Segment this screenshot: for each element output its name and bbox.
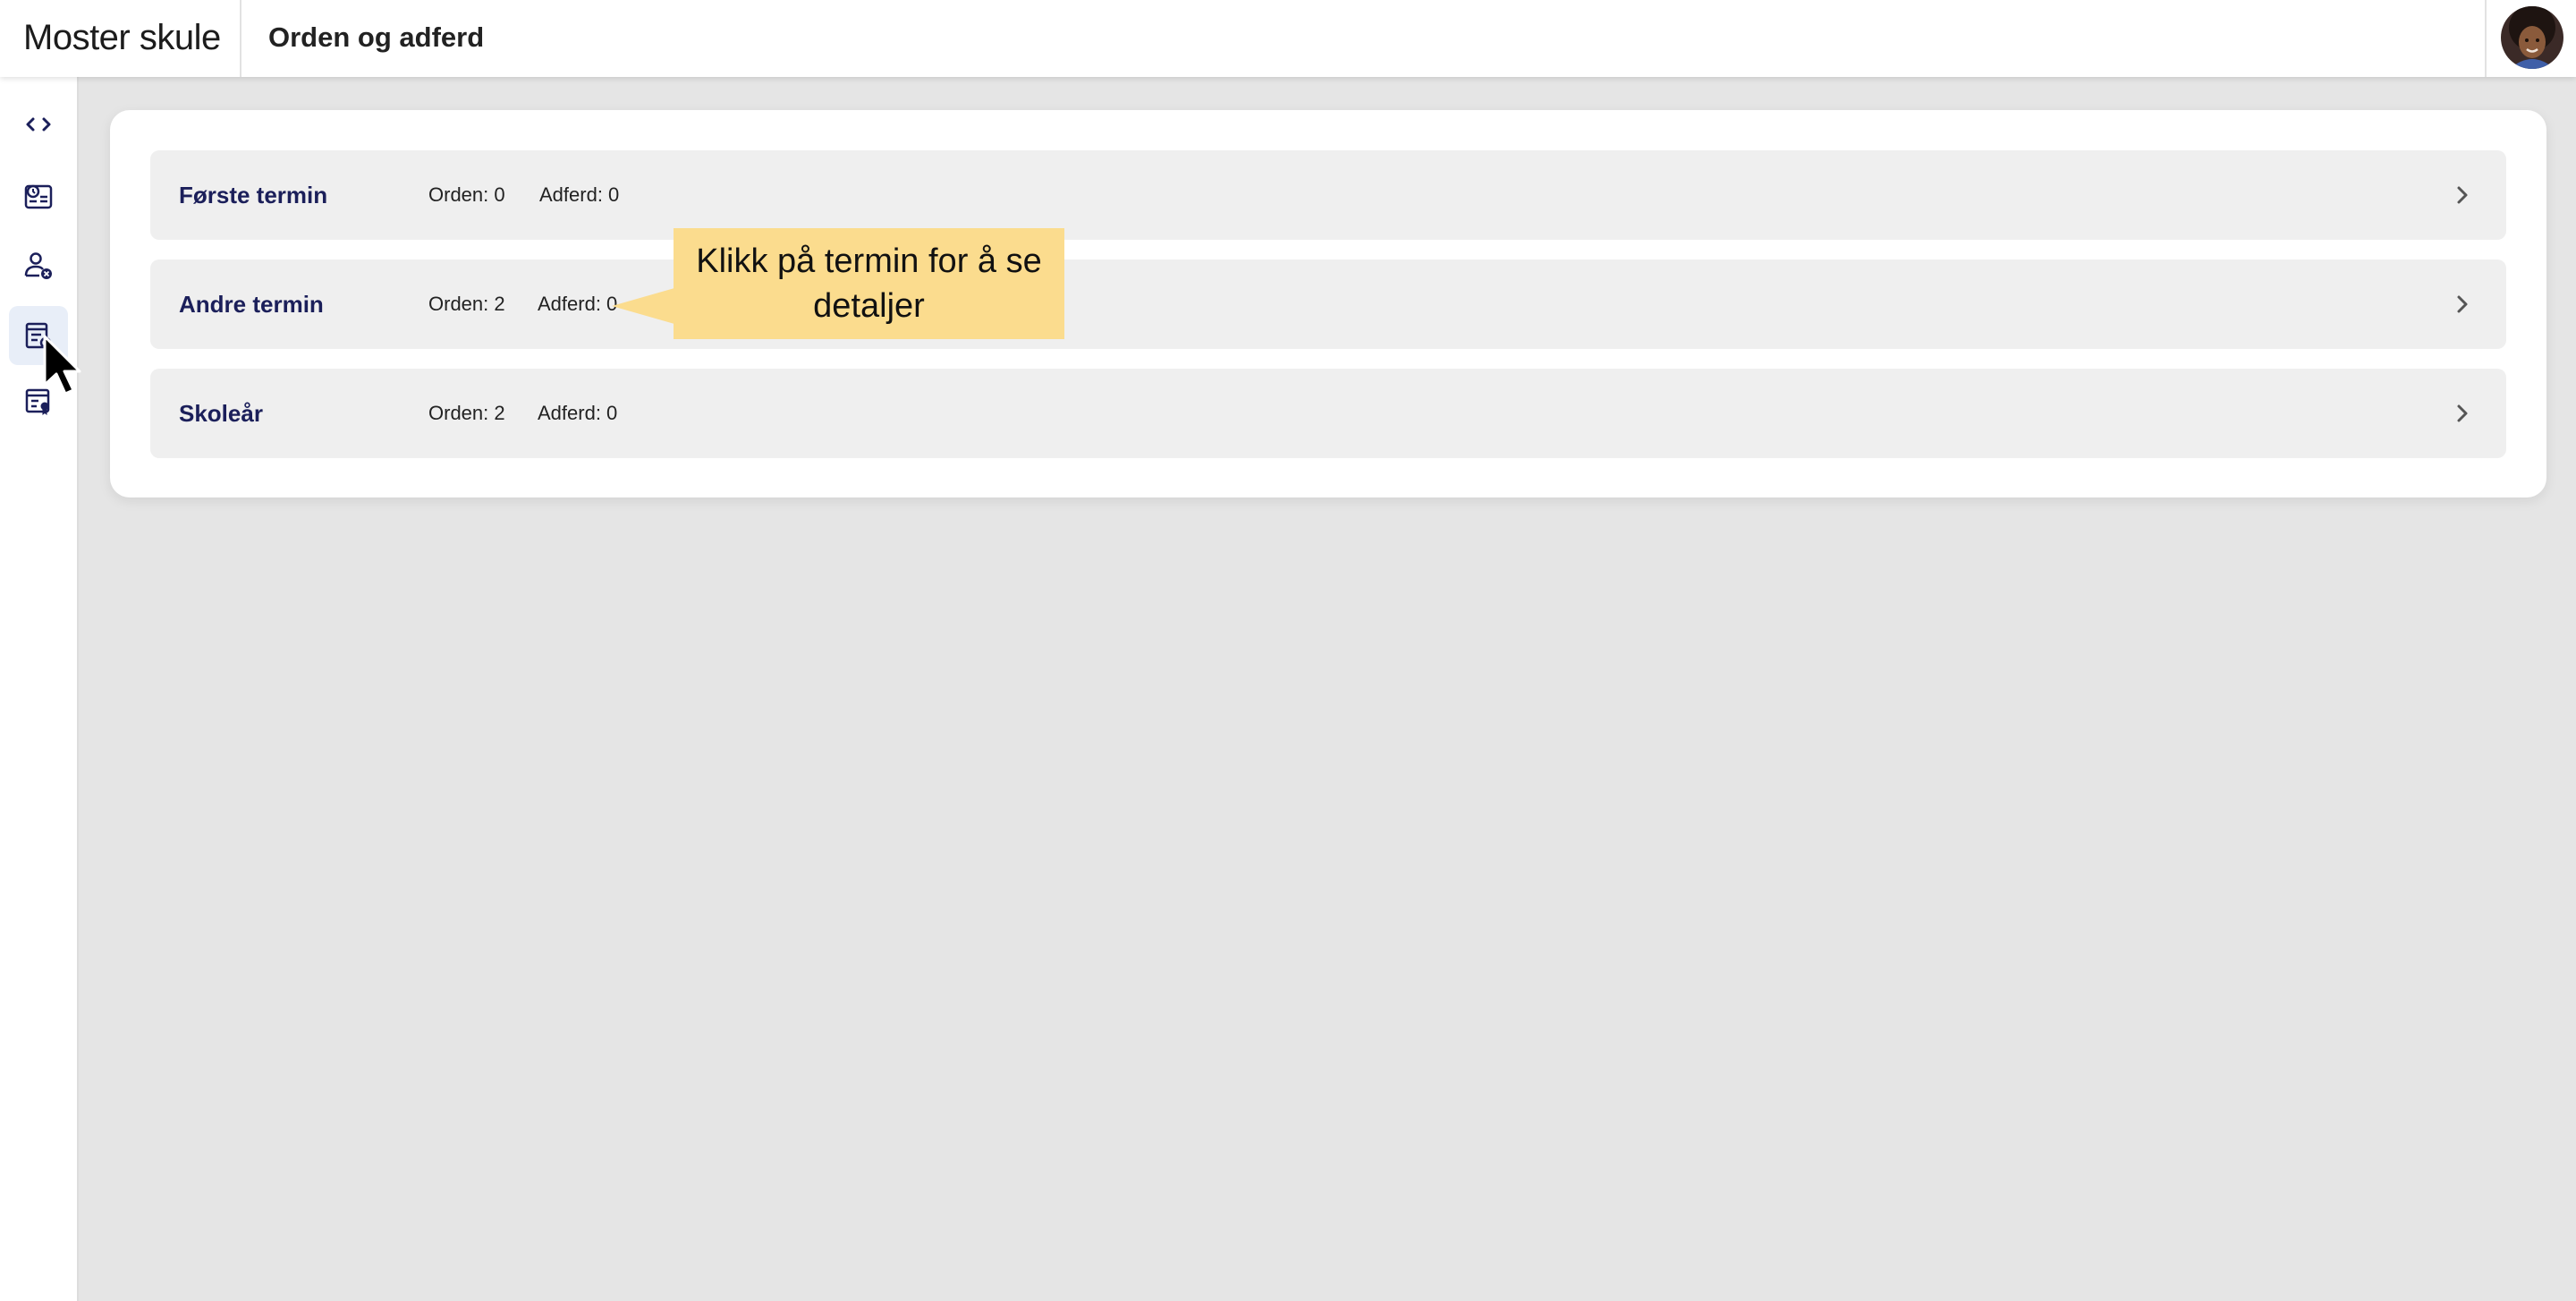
orden-value: Orden: 2 [428,293,505,315]
absence-icon [24,252,52,279]
sidebar-item-dashboard[interactable] [9,166,68,225]
term-row[interactable]: Andre termin Orden: 2 Adferd: 0 [150,259,2506,349]
adferd-value: Adferd: 0 [538,293,618,315]
top-bar: Moster skule Orden og adferd [0,0,2576,77]
dashboard-icon [24,184,53,209]
tooltip: Klikk på termin for å se detaljer [674,228,1064,339]
term-name: Første termin [179,182,328,208]
orden-value: Orden: 2 [428,402,505,424]
avatar-image [2501,6,2563,69]
term-row[interactable]: Første termin Orden: 0 Adferd: 0 [150,150,2506,240]
header-divider [2485,0,2487,77]
mouse-cursor-icon [43,335,81,395]
terms-card: Første termin Orden: 0 Adferd: 0 Andre t… [110,110,2546,497]
sidebar-item-absence[interactable] [9,236,68,295]
chevron-right-icon [2457,186,2468,204]
adferd-value: Adferd: 0 [538,402,618,424]
app-brand[interactable]: Moster skule [23,0,221,75]
orden-value: Orden: 0 [428,183,505,206]
chevron-right-icon [2457,295,2468,313]
sidebar [0,77,79,1301]
term-name: Skoleår [179,400,263,427]
chevron-right-icon [2457,404,2468,422]
expand-collapse-icon [26,117,51,132]
user-avatar[interactable] [2501,6,2563,69]
sidebar-toggle[interactable] [9,95,68,154]
page-title: Orden og adferd [268,21,485,53]
tooltip-pointer [612,288,674,324]
term-row[interactable]: Skoleår Orden: 2 Adferd: 0 [150,369,2506,458]
term-name: Andre termin [179,291,324,318]
adferd-value: Adferd: 0 [539,183,620,206]
header-divider [240,0,242,77]
